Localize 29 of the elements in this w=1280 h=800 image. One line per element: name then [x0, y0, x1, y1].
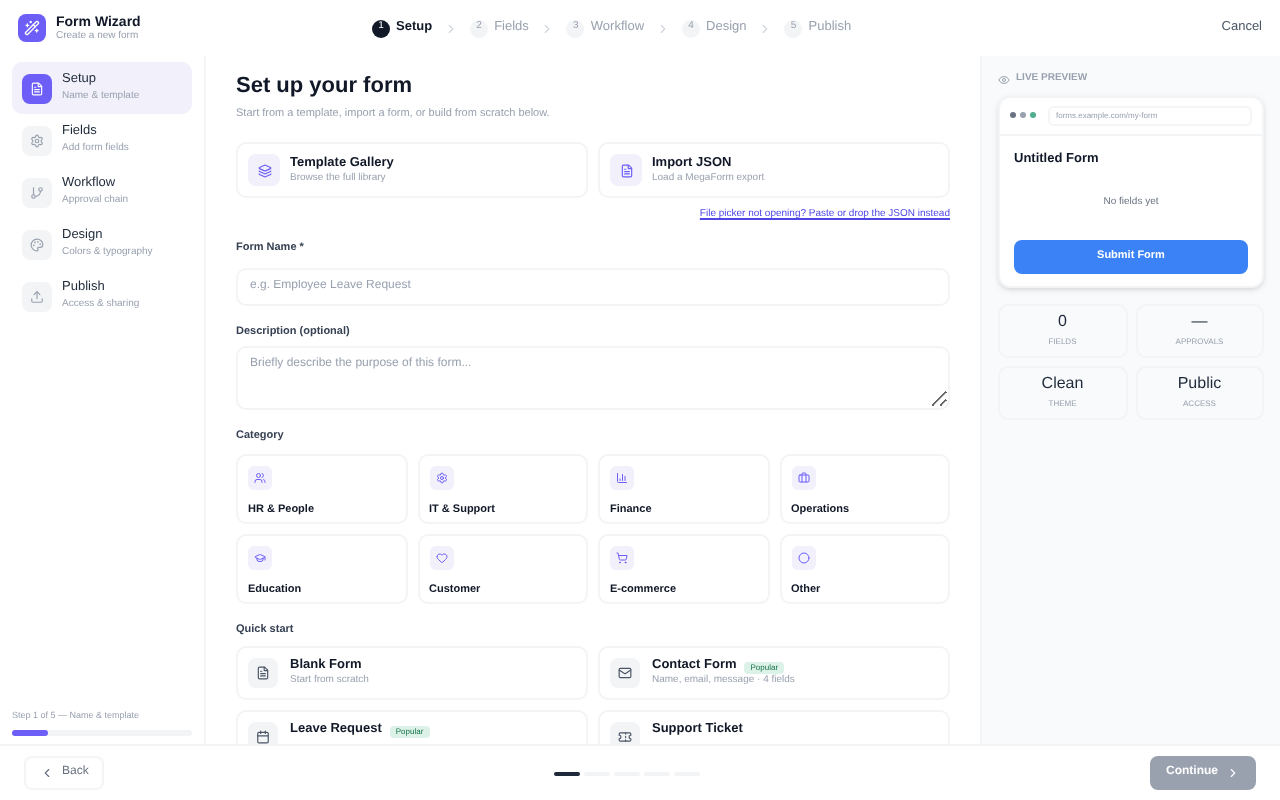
chevron-icon	[656, 21, 671, 35]
palette-icon	[30, 237, 44, 251]
chevron-icon	[540, 21, 555, 35]
wand-icon	[24, 20, 40, 36]
chevron-icon	[758, 21, 773, 35]
layers-icon	[257, 163, 271, 178]
gear-icon	[30, 133, 44, 147]
heart-icon	[435, 552, 447, 564]
page-title: Set up your form	[236, 76, 415, 98]
circle-icon	[797, 552, 809, 564]
file-icon	[256, 666, 270, 681]
calendar-icon	[256, 730, 270, 744]
users-icon	[254, 472, 266, 484]
chevron-icon	[444, 21, 459, 35]
eye-icon	[998, 73, 1010, 86]
file-icon	[619, 163, 633, 178]
page-indicator[interactable]	[554, 771, 581, 775]
graduation-cap-icon	[254, 552, 266, 564]
gear-icon	[435, 472, 447, 484]
bar-chart-icon	[616, 472, 628, 484]
mail-icon	[618, 666, 632, 681]
cart-icon	[616, 552, 628, 564]
upload-icon	[30, 289, 44, 303]
ticket-icon	[618, 730, 632, 744]
briefcase-icon	[797, 472, 809, 484]
chevron-right-icon	[1226, 766, 1240, 780]
chevron-left-icon	[40, 766, 54, 780]
branch-icon	[30, 185, 44, 199]
file-icon	[30, 81, 44, 95]
